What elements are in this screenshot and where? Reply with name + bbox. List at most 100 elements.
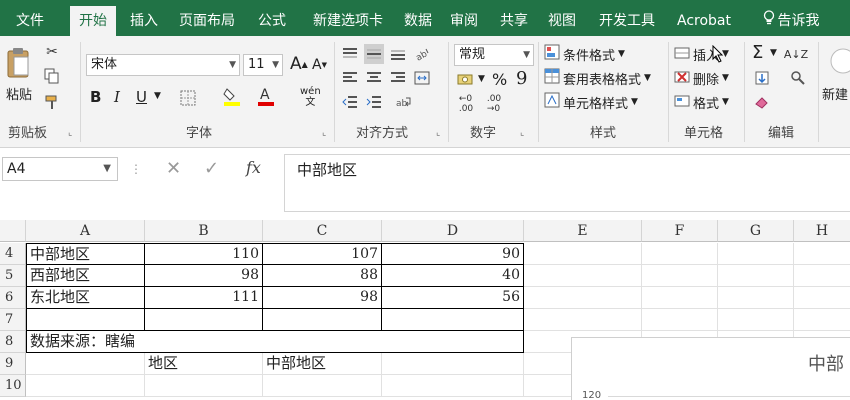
font-size-select[interactable]: 11 ▼ <box>243 54 283 76</box>
cell-b4[interactable]: 110 <box>145 243 263 265</box>
bold-button[interactable]: B <box>90 88 101 106</box>
cell-e6[interactable] <box>524 287 642 309</box>
cell-f6[interactable] <box>642 287 718 309</box>
cell-b7[interactable] <box>145 309 263 331</box>
column-header-e[interactable]: E <box>524 220 642 242</box>
cell-a6[interactable]: 东北地区 <box>26 287 145 309</box>
phonetic-guide-button[interactable]: wén 文 <box>300 86 321 108</box>
cell-g5[interactable] <box>718 265 794 287</box>
increase-indent-icon[interactable] <box>364 92 384 112</box>
cell-c6[interactable]: 98 <box>263 287 382 309</box>
conditional-formatting-button[interactable]: 条件格式 ▼ <box>544 44 625 64</box>
fill-color-icon[interactable] <box>222 86 242 106</box>
cell-h5[interactable] <box>794 265 850 287</box>
column-header-a[interactable]: A <box>26 220 145 242</box>
cell-g6[interactable] <box>718 287 794 309</box>
cell-g4[interactable] <box>718 243 794 265</box>
tab-insert[interactable]: 插入 <box>122 7 166 36</box>
cell-c7[interactable] <box>263 309 382 331</box>
tab-share[interactable]: 共享 <box>492 7 536 36</box>
row-header[interactable]: 4 <box>0 243 26 265</box>
clear-icon[interactable] <box>752 92 772 112</box>
font-color-icon[interactable]: A <box>256 86 276 106</box>
column-header-b[interactable]: B <box>145 220 263 242</box>
orientation-icon[interactable]: ab <box>412 44 432 64</box>
decrease-indent-icon[interactable] <box>340 92 360 112</box>
cell-a4[interactable]: 中部地区 <box>26 243 145 265</box>
chevron-down-icon[interactable]: ▼ <box>154 91 161 101</box>
cell-f7[interactable] <box>642 309 718 331</box>
column-header-f[interactable]: F <box>642 220 718 242</box>
cell-h6[interactable] <box>794 287 850 309</box>
tab-review[interactable]: 审阅 <box>442 7 486 36</box>
format-as-table-button[interactable]: 套用表格格式 ▼ <box>544 68 651 88</box>
new-group-icon[interactable] <box>828 46 850 76</box>
row-header[interactable]: 6 <box>0 287 26 309</box>
cell-g7[interactable] <box>718 309 794 331</box>
grow-font-button[interactable]: A ▲ <box>290 54 308 74</box>
cell-b9[interactable]: 地区 <box>145 353 263 375</box>
percent-style-button[interactable]: % <box>492 70 507 89</box>
sort-filter-icon[interactable]: A↓Z <box>784 44 808 64</box>
cell-a10[interactable] <box>26 375 145 397</box>
row-header[interactable]: 10 <box>0 375 26 397</box>
cell-d9[interactable] <box>382 353 524 375</box>
borders-icon[interactable] <box>178 88 198 108</box>
number-format-select[interactable]: 常规 ▼ <box>454 44 534 66</box>
wrap-text-icon[interactable]: ab <box>394 92 414 112</box>
autosum-button[interactable]: Σ <box>752 42 763 63</box>
enter-icon[interactable]: ✓ <box>204 158 219 179</box>
cell-styles-button[interactable]: 单元格样式 ▼ <box>544 92 638 112</box>
accounting-format-icon[interactable] <box>456 70 476 90</box>
find-select-icon[interactable] <box>788 68 808 88</box>
cell-e7[interactable] <box>524 309 642 331</box>
chevron-down-icon[interactable]: ▼ <box>478 74 485 84</box>
copy-icon[interactable] <box>42 66 62 86</box>
row-header[interactable]: 8 <box>0 331 26 353</box>
cell-d7[interactable] <box>382 309 524 331</box>
cell-d6[interactable]: 56 <box>382 287 524 309</box>
tab-data[interactable]: 数据 <box>396 7 440 36</box>
underline-button[interactable]: U <box>136 88 147 106</box>
formula-input[interactable]: 中部地区 <box>284 154 850 212</box>
align-right-icon[interactable] <box>388 68 408 88</box>
cell-b10[interactable] <box>145 375 263 397</box>
align-left-icon[interactable] <box>340 68 360 88</box>
tab-view[interactable]: 视图 <box>540 7 584 36</box>
cell-b5[interactable]: 98 <box>145 265 263 287</box>
delete-cells-button[interactable]: 删除 ▼ <box>674 68 729 88</box>
cell-e4[interactable] <box>524 243 642 265</box>
cell-a8-merged[interactable]: 数据来源：瞎编 <box>26 331 524 353</box>
cell-a9[interactable] <box>26 353 145 375</box>
new-group-button[interactable]: 新建 <box>822 84 848 103</box>
alignment-launcher-icon[interactable]: ⌞ <box>436 128 440 138</box>
column-header-h[interactable]: H <box>794 220 850 242</box>
align-top-icon[interactable] <box>340 44 360 64</box>
row-header[interactable]: 5 <box>0 265 26 287</box>
tab-formulas[interactable]: 公式 <box>250 7 294 36</box>
increase-decimal-icon[interactable]: ←0.00 <box>456 94 476 114</box>
decrease-decimal-icon[interactable]: .00 →0 <box>484 94 504 114</box>
cell-f5[interactable] <box>642 265 718 287</box>
cancel-icon[interactable]: ✕ <box>166 158 181 179</box>
tab-home[interactable]: 开始 <box>70 6 116 36</box>
tab-developer[interactable]: 开发工具 <box>590 7 664 36</box>
cut-icon[interactable]: ✂ <box>42 42 62 62</box>
tell-me-search[interactable]: 告诉我 <box>746 7 836 36</box>
column-header-d[interactable]: D <box>382 220 524 242</box>
tab-acrobat[interactable]: Acrobat <box>670 7 738 36</box>
cell-e5[interactable] <box>524 265 642 287</box>
tab-file[interactable]: 文件 <box>6 7 54 36</box>
cell-d10[interactable] <box>382 375 524 397</box>
column-header-g[interactable]: G <box>718 220 794 242</box>
comma-style-button[interactable]: 9 <box>516 68 527 89</box>
cell-a7[interactable] <box>26 309 145 331</box>
paste-icon[interactable] <box>6 44 32 84</box>
cell-d5[interactable]: 40 <box>382 265 524 287</box>
align-bottom-icon[interactable] <box>388 44 408 64</box>
cell-c10[interactable] <box>263 375 382 397</box>
cell-f4[interactable] <box>642 243 718 265</box>
tab-new-tab[interactable]: 新建选项卡 <box>300 7 396 36</box>
number-launcher-icon[interactable]: ⌞ <box>520 128 524 138</box>
shrink-font-button[interactable]: A ▼ <box>312 57 327 73</box>
